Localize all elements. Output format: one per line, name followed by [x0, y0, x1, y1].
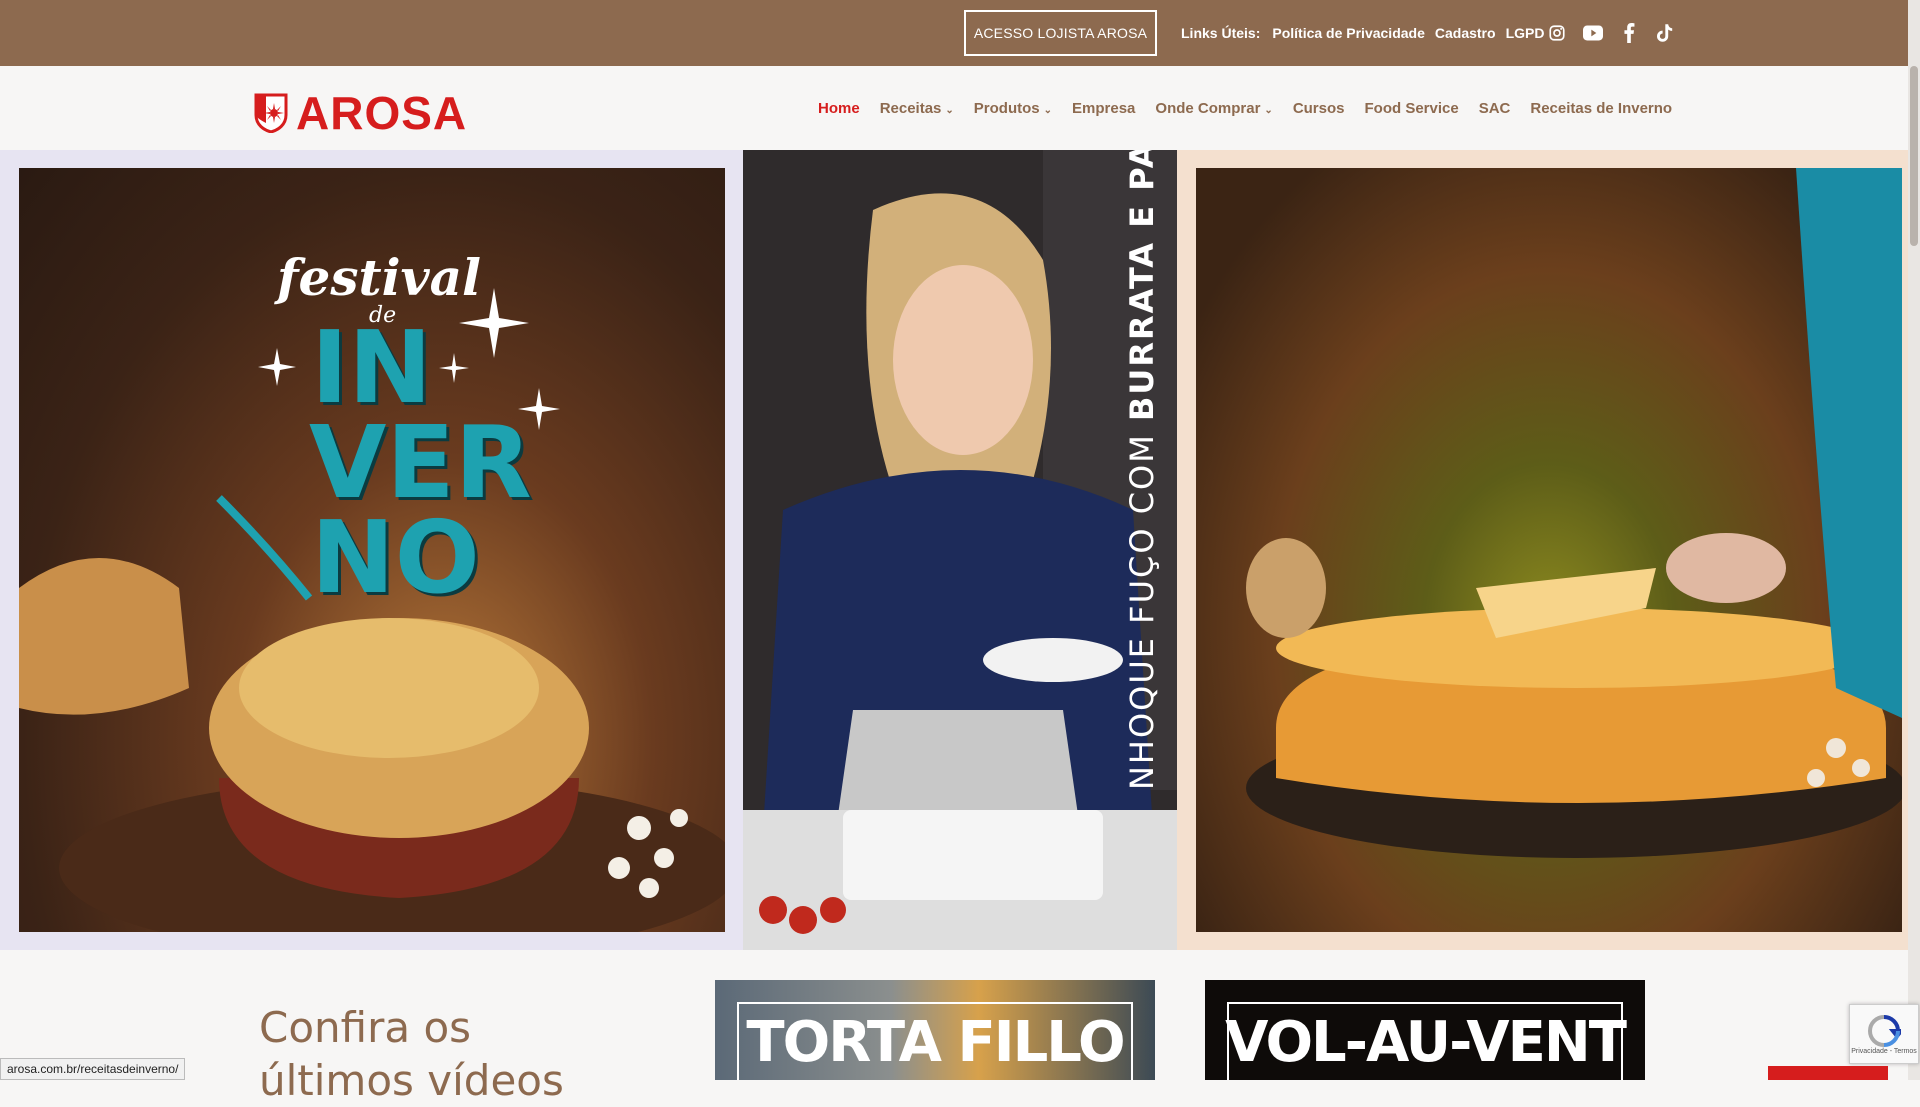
video-card-title: VOL-AU-VENT — [1205, 1010, 1645, 1075]
chevron-down-icon: ⌄ — [945, 105, 953, 116]
facebook-icon[interactable] — [1618, 22, 1640, 44]
tiktok-icon[interactable] — [1654, 22, 1676, 44]
video-card-title: TORTA FILLO — [715, 1010, 1155, 1075]
torta-image[interactable] — [1196, 168, 1902, 932]
nhoque-text-bold: BURRATA E PARMA — [1123, 150, 1161, 421]
lojista-access-button[interactable]: ACESSO LOJISTA AROSA — [964, 10, 1157, 56]
link-privacy-policy[interactable]: Política de Privacidade — [1272, 25, 1425, 41]
woman-eating-illustration — [743, 150, 1177, 950]
link-lgpd[interactable]: LGPD — [1506, 25, 1545, 41]
nav-onde-comprar-label: Onde Comprar — [1155, 100, 1260, 117]
instagram-icon[interactable] — [1546, 22, 1568, 44]
scrollbar[interactable] — [1908, 0, 1920, 1080]
main-header: AROSA Home Receitas⌄ Produtos⌄ Empresa O… — [0, 66, 1908, 150]
arosa-logo[interactable]: AROSA — [254, 86, 467, 140]
useful-links-label: Links Úteis: — [1181, 25, 1260, 41]
nhoque-burrata-image[interactable]: NHOQUE FUÇO COM BURRATA E PARMA — [743, 150, 1177, 950]
main-nav: Home Receitas⌄ Produtos⌄ Empresa Onde Co… — [818, 66, 1672, 150]
nav-receitas-label: Receitas — [880, 100, 942, 117]
hero-banner: festival de IN VER NO NHOQUE FUÇO COM BU… — [0, 150, 1908, 950]
scrollbar-thumb[interactable] — [1910, 66, 1918, 246]
nav-empresa[interactable]: Empresa — [1072, 100, 1135, 117]
nav-onde-comprar[interactable]: Onde Comprar ⌄ — [1155, 100, 1272, 117]
nhoque-text-light: NHOQUE FUÇO COM — [1123, 421, 1161, 790]
festival-script-text: festival — [277, 248, 481, 307]
festival-inverno-image[interactable]: festival de IN VER NO — [19, 168, 725, 932]
nav-cursos[interactable]: Cursos — [1293, 100, 1345, 117]
chevron-down-icon: ⌄ — [1044, 105, 1052, 116]
arosa-shield-icon — [254, 93, 288, 133]
video-card-torta-fillo[interactable]: TORTA FILLO — [715, 980, 1155, 1080]
status-bar-url: arosa.com.br/receitasdeinverno/ — [0, 1058, 185, 1080]
latest-videos-line-2: últimos vídeos — [259, 1055, 564, 1107]
social-icons — [1546, 22, 1676, 44]
nav-receitas[interactable]: Receitas⌄ — [880, 100, 954, 117]
inverno-line-3: NO — [311, 508, 480, 608]
nav-produtos-label: Produtos — [974, 100, 1040, 117]
nhoque-vertical-text: NHOQUE FUÇO COM BURRATA E PARMA — [1123, 150, 1161, 790]
nav-sac[interactable]: SAC — [1479, 100, 1511, 117]
recaptcha-text: Privacidade - Termos — [1851, 1048, 1917, 1055]
latest-videos-title: Confira os últimos vídeos — [259, 1002, 564, 1107]
nav-produtos[interactable]: Produtos ⌄ — [974, 100, 1052, 117]
video-card-vol-au-vent[interactable]: VOL-AU-VENT — [1205, 980, 1645, 1080]
logo-text: AROSA — [296, 86, 467, 140]
useful-links: Links Úteis: Política de Privacidade Cad… — [1181, 0, 1544, 66]
top-bar: ACESSO LOJISTA AROSA Links Úteis: Políti… — [0, 0, 1920, 66]
inverno-line-2: VER — [309, 413, 532, 513]
inverno-line-1: IN — [311, 318, 432, 418]
cookie-consent-bar[interactable] — [1768, 1066, 1888, 1080]
recaptcha-icon — [1867, 1014, 1901, 1048]
recaptcha-badge[interactable]: Privacidade - Termos — [1849, 1004, 1919, 1064]
nav-receitas-inverno[interactable]: Receitas de Inverno — [1530, 100, 1672, 117]
youtube-icon[interactable] — [1582, 22, 1604, 44]
nav-food-service[interactable]: Food Service — [1365, 100, 1459, 117]
latest-videos-line-1: Confira os — [259, 1002, 564, 1055]
link-cadastro[interactable]: Cadastro — [1435, 25, 1496, 41]
chevron-down-icon: ⌄ — [1264, 105, 1272, 116]
nav-home[interactable]: Home — [818, 100, 860, 117]
torta-illustration — [1196, 168, 1902, 932]
